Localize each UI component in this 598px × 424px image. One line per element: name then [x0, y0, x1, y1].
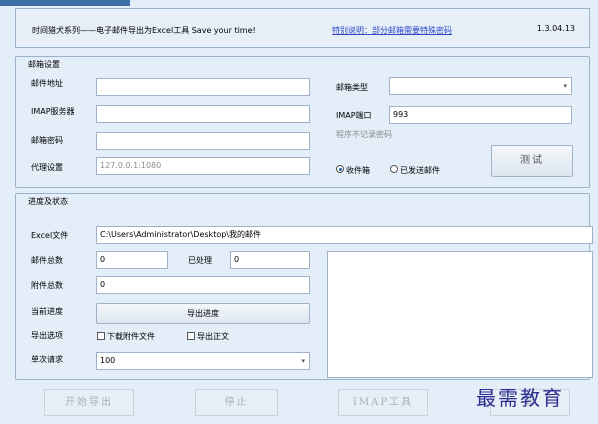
title-bar[interactable] — [0, 0, 130, 6]
version-label: 1.3.04.13 — [536, 24, 575, 33]
address-label: 邮件地址 — [31, 79, 63, 88]
sent-radio[interactable] — [390, 165, 398, 173]
test-button[interactable]: 测试 — [491, 145, 573, 177]
export-options-label: 导出选项 — [31, 331, 63, 340]
single-request-select[interactable]: 100 ▾ — [96, 352, 310, 370]
imap-port-label: IMAP端口 — [336, 111, 372, 120]
header-banner: 时间猎犬系列——电子邮件导出为Excel工具 Save your time! 特… — [15, 8, 590, 48]
app-title: 时间猎犬系列——电子邮件导出为Excel工具 Save your time! — [32, 26, 256, 35]
password-note: 程序不记录密码 — [336, 130, 392, 139]
mail-type-select[interactable]: ▾ — [389, 77, 572, 95]
proxy-field[interactable]: 127.0.0.1:1080 — [96, 157, 310, 175]
export-body-label[interactable]: 导出正文 — [197, 331, 229, 342]
current-progress-label: 当前进度 — [31, 307, 63, 316]
imap-tool-button[interactable]: IMAP工具 — [338, 389, 428, 416]
download-attachments-label[interactable]: 下载附件文件 — [107, 331, 155, 342]
processed-field: 0 — [230, 251, 310, 269]
excel-file-label: Excel文件 — [31, 231, 69, 240]
address-field[interactable] — [96, 78, 310, 96]
app-window: 时间猎犬系列——电子邮件导出为Excel工具 Save your time! 特… — [0, 0, 598, 424]
total-mail-field: 0 — [96, 251, 168, 269]
attachment-total-field: 0 — [96, 276, 310, 294]
password-label: 邮箱密码 — [31, 136, 63, 145]
imap-server-field[interactable] — [96, 105, 310, 123]
download-attachments-checkbox[interactable] — [97, 332, 105, 340]
export-progress-button[interactable]: 导出进度 — [96, 303, 310, 324]
proxy-label: 代理设置 — [31, 163, 63, 172]
export-body-checkbox[interactable] — [187, 332, 195, 340]
chevron-down-icon: ▾ — [301, 357, 305, 365]
chevron-down-icon: ▾ — [563, 82, 567, 90]
sent-radio-label[interactable]: 已发送邮件 — [400, 165, 440, 176]
watermark-text: 最需教育 — [476, 386, 564, 410]
special-note-link[interactable]: 特别说明：部分邮箱需要特殊密码 — [332, 25, 452, 36]
processed-label: 已处理 — [188, 256, 212, 265]
imap-server-label: IMAP服务器 — [31, 107, 75, 116]
inbox-radio[interactable] — [336, 165, 344, 173]
log-output-area[interactable] — [327, 251, 593, 378]
attachment-total-label: 附件总数 — [31, 281, 63, 290]
start-export-button[interactable]: 开始导出 — [44, 389, 134, 416]
mail-settings-title: 邮箱设置 — [26, 59, 62, 70]
progress-title: 进度及状态 — [26, 196, 70, 207]
stop-button[interactable]: 停止 — [195, 389, 278, 416]
total-mail-label: 邮件总数 — [31, 256, 63, 265]
imap-port-field[interactable]: 993 — [389, 106, 572, 124]
inbox-radio-label[interactable]: 收件箱 — [346, 165, 370, 176]
single-request-value: 100 — [100, 356, 116, 365]
single-request-label: 单次请求 — [31, 355, 63, 364]
excel-path-field[interactable]: C:\Users\Administrator\Desktop\我的邮件 — [96, 226, 593, 244]
mail-type-label: 邮箱类型 — [336, 83, 368, 92]
password-field[interactable] — [96, 132, 310, 150]
